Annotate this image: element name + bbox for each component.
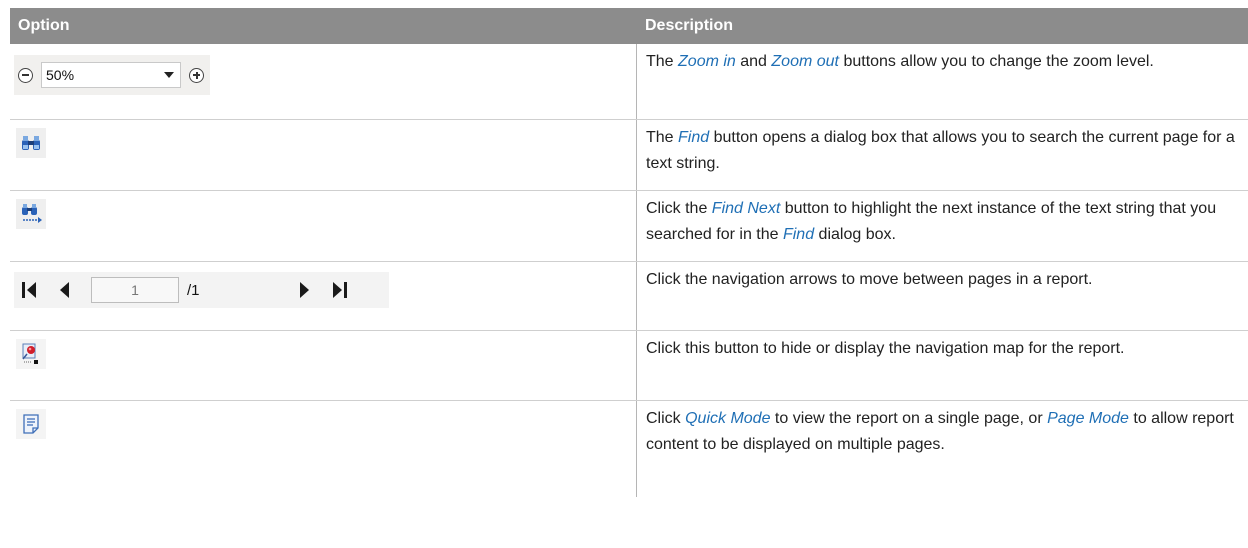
zoom-level-value: 50% [46,67,75,83]
desc-text: and [735,53,772,70]
page-mode-link[interactable]: Page Mode [1047,410,1129,427]
zoom-out-icon[interactable] [18,67,33,83]
quick-mode-button[interactable] [16,409,46,439]
desc-text: Click [646,410,686,427]
options-table: Option Description 50% The Zoom in and Z… [10,8,1248,497]
table-row: 50% The Zoom in and Zoom out buttons all… [10,44,1248,120]
zoom-control: 50% [14,55,210,95]
description-navigation: Click the navigation arrows to move betw… [636,262,1248,330]
desc-text: Click the [646,200,712,217]
zoom-in-link[interactable]: Zoom in [678,53,736,70]
header-description: Description [645,17,734,34]
navigation-map-icon [22,343,38,364]
quick-mode-link[interactable]: Quick Mode [685,410,770,427]
page-total: /1 [187,281,200,299]
next-page-icon[interactable] [299,282,309,298]
table-row: Click this button to hide or display the… [10,331,1248,401]
description-mode: Click Quick Mode to view the report on a… [636,401,1248,497]
navigation-map-button[interactable] [16,339,46,369]
table-row: The Find button opens a dialog box that … [10,120,1248,191]
description-zoom: The Zoom in and Zoom out buttons allow y… [636,44,1248,119]
find-link[interactable]: Find [783,226,814,243]
option-cell-navigation: 1 /1 [10,262,636,330]
option-cell-mode [10,401,636,497]
desc-text: button opens a dialog box that allows yo… [646,129,1235,172]
chevron-down-icon[interactable] [164,72,174,78]
first-page-icon[interactable] [22,282,36,298]
last-page-icon[interactable] [332,282,347,298]
page-number-value: 1 [131,282,139,298]
zoom-in-icon[interactable] [189,67,204,83]
desc-text: The [646,129,679,146]
previous-page-icon[interactable] [60,282,69,298]
find-next-link[interactable]: Find Next [712,200,780,217]
description-find: The Find button opens a dialog box that … [636,120,1248,190]
page-navigation: 1 /1 [14,272,389,308]
zoom-out-link[interactable]: Zoom out [771,53,839,70]
description-find-next: Click the Find Next button to highlight … [636,191,1248,261]
binoculars-next-icon [22,204,42,223]
desc-text: to view the report on a single page, or [770,410,1048,427]
find-button[interactable] [16,128,46,158]
option-cell-find-next [10,191,636,261]
table-row: Click the Find Next button to highlight … [10,191,1248,262]
page-mode-icon [23,414,39,434]
zoom-level-select[interactable]: 50% [41,62,181,88]
table-row: Click Quick Mode to view the report on a… [10,401,1248,497]
description-nav-map: Click this button to hide or display the… [636,331,1248,400]
option-cell-zoom: 50% [10,44,636,119]
table-row: 1 /1 Click the navigation arrows to move… [10,262,1248,331]
table-header: Option Description [10,8,1248,44]
find-next-button[interactable] [16,199,46,229]
header-option: Option [18,17,70,34]
desc-text: The [646,53,679,70]
binoculars-icon [22,136,40,150]
desc-text: buttons allow you to change the zoom lev… [839,53,1154,70]
desc-text: dialog box. [814,226,896,243]
find-link[interactable]: Find [678,129,709,146]
option-cell-find [10,120,636,190]
option-cell-nav-map [10,331,636,400]
page-number-input[interactable]: 1 [91,277,179,303]
